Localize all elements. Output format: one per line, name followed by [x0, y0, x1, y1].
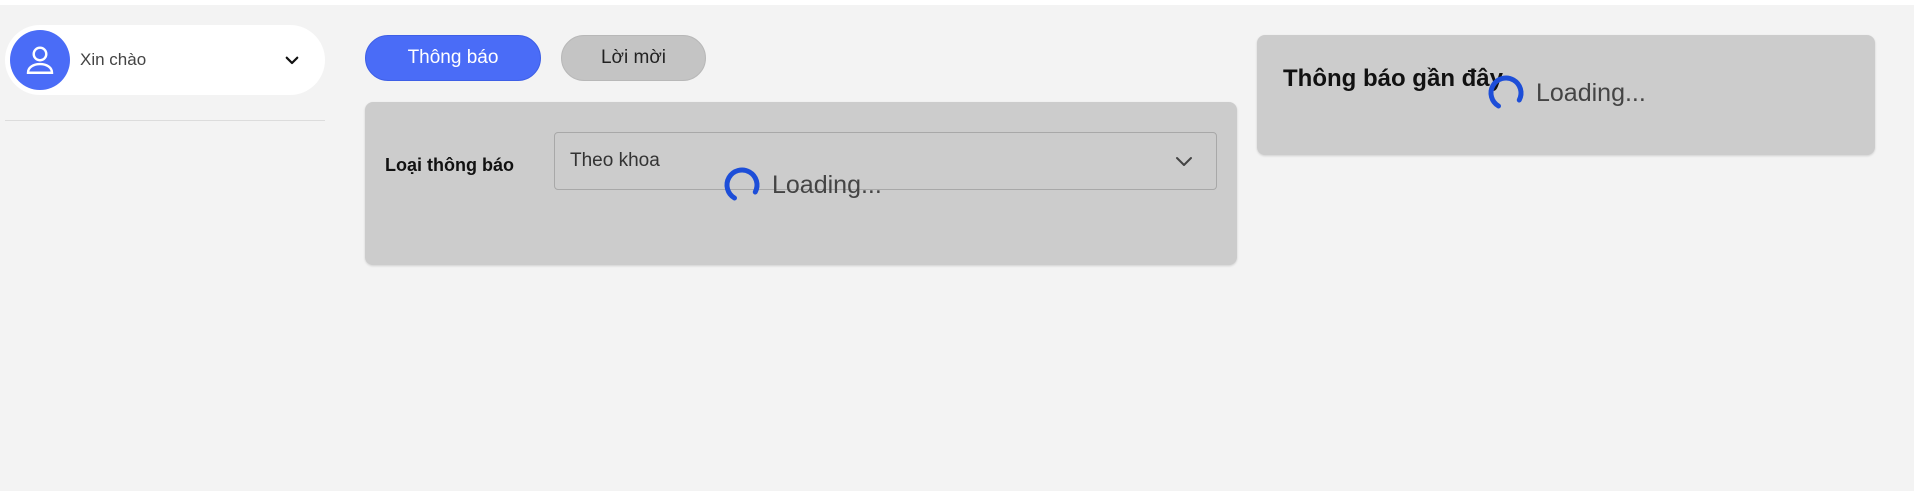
select-value: Theo khoa	[570, 150, 660, 171]
app-root: Xin chào Thông báo Lời mời Loại thông bá…	[0, 5, 1914, 491]
spinner-icon	[1488, 75, 1524, 111]
tab-invitations[interactable]: Lời mời	[561, 35, 706, 81]
recent-notifications-title: Thông báo gần đây	[1283, 65, 1503, 92]
greeting-text: Xin chào	[80, 50, 147, 69]
loading-text: Loading...	[1536, 78, 1646, 107]
tab-notifications[interactable]: Thông báo	[365, 35, 541, 81]
chevron-down-icon[interactable]	[277, 45, 307, 75]
filter-panel: Loại thông báo Theo khoa Loading...	[365, 102, 1237, 265]
chevron-down-icon	[1176, 157, 1192, 166]
filter-label: Loại thông báo	[385, 155, 514, 175]
loading-text: Loading...	[772, 170, 882, 199]
loading-indicator: Loading...	[722, 165, 882, 205]
recent-notifications-card: Thông báo gần đây Loading...	[1257, 35, 1875, 155]
spinner-icon	[724, 167, 760, 203]
user-menu[interactable]: Xin chào	[5, 25, 325, 95]
avatar[interactable]	[10, 30, 70, 90]
user-icon	[26, 46, 54, 74]
loading-indicator: Loading...	[1486, 73, 1646, 113]
sidebar-divider	[5, 120, 325, 121]
notification-type-select[interactable]: Theo khoa	[554, 132, 1217, 190]
